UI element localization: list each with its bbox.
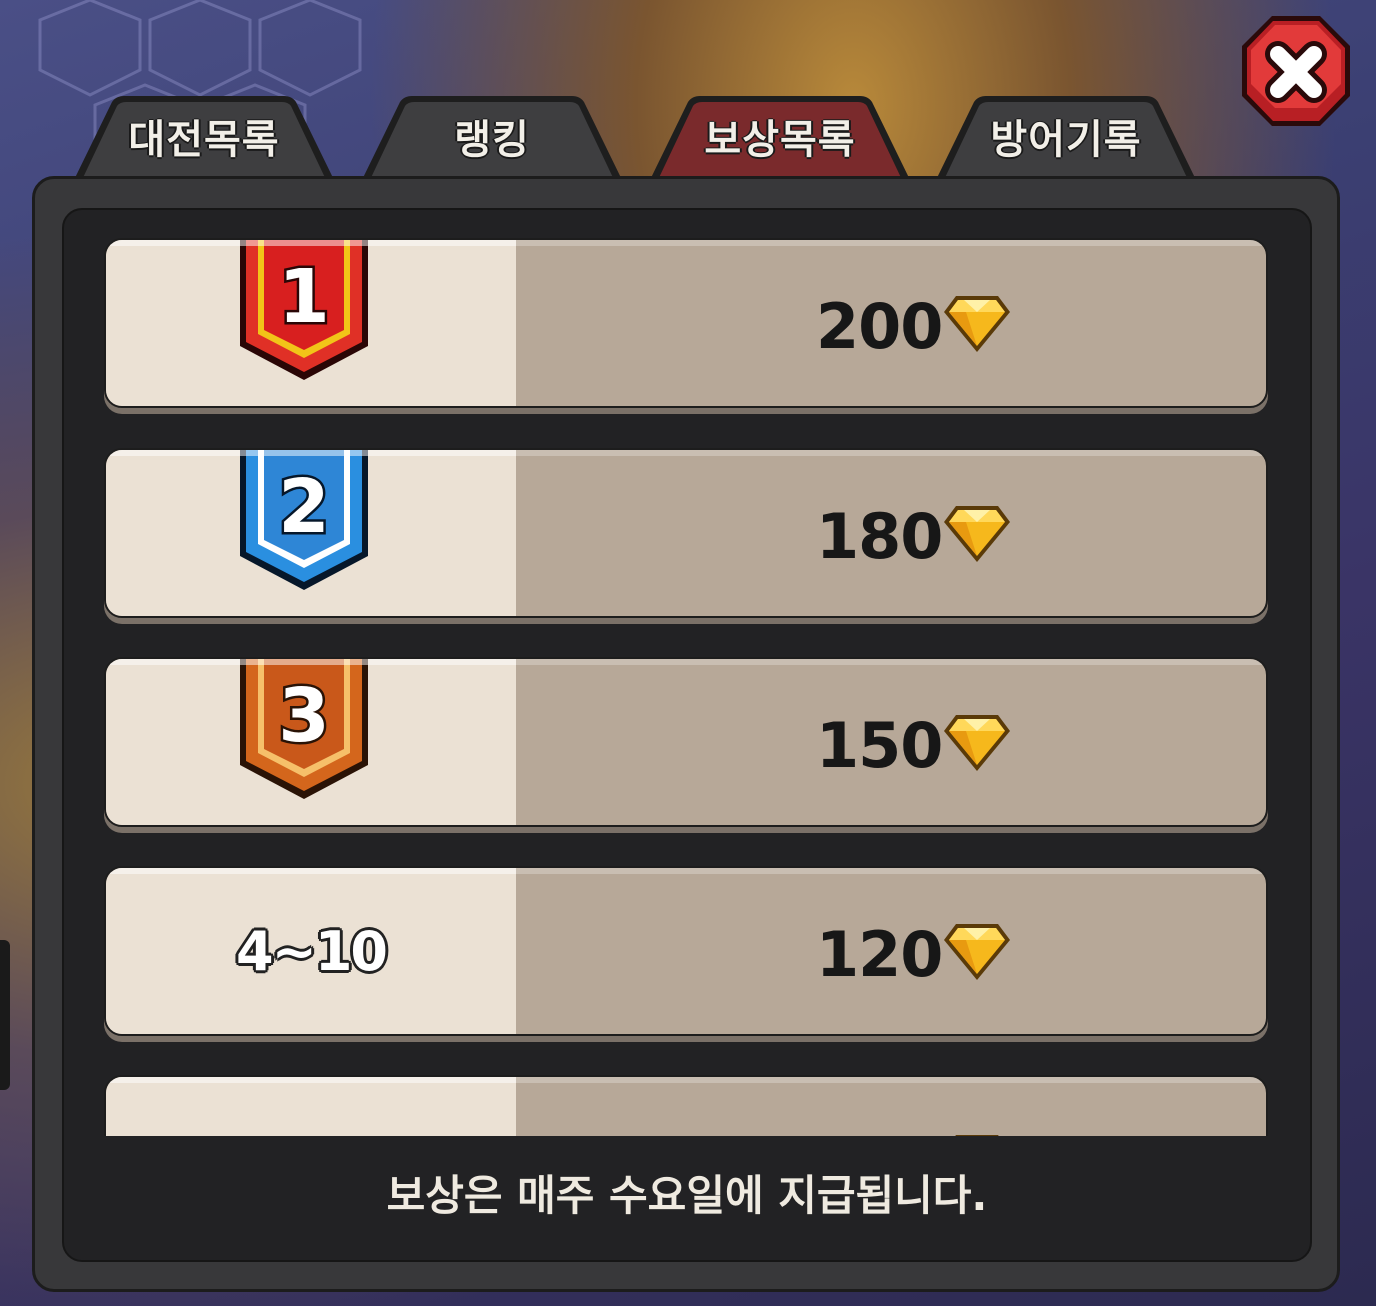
reward-row-partial bbox=[104, 1075, 1268, 1136]
reward-row-rank-3: 3 150 bbox=[104, 657, 1268, 827]
tab-label: 보상목록 bbox=[704, 117, 856, 163]
rank-1-red-badge-icon: 1 bbox=[240, 240, 368, 380]
svg-text:1: 1 bbox=[278, 254, 330, 340]
rank-cell: 1 bbox=[106, 240, 516, 406]
rank-2-blue-badge-icon: 2 bbox=[240, 450, 368, 590]
tab-defense-log[interactable]: 방어기록 bbox=[930, 94, 1202, 186]
reward-row-rank-2: 2 180 bbox=[104, 448, 1268, 618]
reward-cell: 200 bbox=[516, 240, 1266, 406]
tab-label: 랭킹 bbox=[454, 117, 530, 163]
rank-cell: 2 bbox=[106, 450, 516, 616]
reward-amount: 150 bbox=[816, 709, 943, 782]
reward-amount: 180 bbox=[816, 500, 943, 573]
reward-row-rank-4-10: 4~10 120 bbox=[104, 866, 1268, 1036]
gem-icon bbox=[944, 296, 1010, 352]
tab-reward-list[interactable]: 보상목록 bbox=[644, 94, 916, 186]
close-x-icon bbox=[1242, 16, 1350, 126]
tab-label: 방어기록 bbox=[990, 117, 1142, 163]
gem-icon bbox=[955, 1135, 999, 1136]
reward-amount: 200 bbox=[816, 290, 943, 363]
gem-icon bbox=[944, 506, 1010, 562]
reward-amount: 120 bbox=[816, 918, 943, 991]
rank-cell: 3 bbox=[106, 659, 516, 825]
reward-schedule-note: 보상은 매주 수요일에 지급됩니다. bbox=[386, 1171, 988, 1220]
rank-range-label: 4~10 bbox=[236, 920, 388, 983]
reward-cell: 180 bbox=[516, 450, 1266, 616]
reward-cell: 120 bbox=[516, 868, 1266, 1034]
tab-battle-list[interactable]: 대전목록 bbox=[68, 94, 340, 186]
svg-text:2: 2 bbox=[278, 464, 330, 550]
tab-ranking[interactable]: 랭킹 bbox=[356, 94, 628, 186]
tab-label: 대전목록 bbox=[128, 117, 280, 163]
reward-cell bbox=[516, 1077, 1266, 1136]
rank-cell: 4~10 bbox=[106, 868, 516, 1034]
close-button[interactable] bbox=[1240, 12, 1352, 130]
reward-list[interactable]: 1 200 2 180 3 150 4~10 120 bbox=[100, 236, 1276, 1136]
gem-icon bbox=[944, 924, 1010, 980]
svg-text:3: 3 bbox=[278, 673, 330, 759]
gem-icon bbox=[944, 715, 1010, 771]
reward-row-rank-1: 1 200 bbox=[104, 238, 1268, 408]
offscreen-panel-edge bbox=[0, 940, 10, 1090]
reward-cell: 150 bbox=[516, 659, 1266, 825]
rank-3-orange-badge-icon: 3 bbox=[240, 659, 368, 799]
rank-cell bbox=[106, 1077, 516, 1136]
